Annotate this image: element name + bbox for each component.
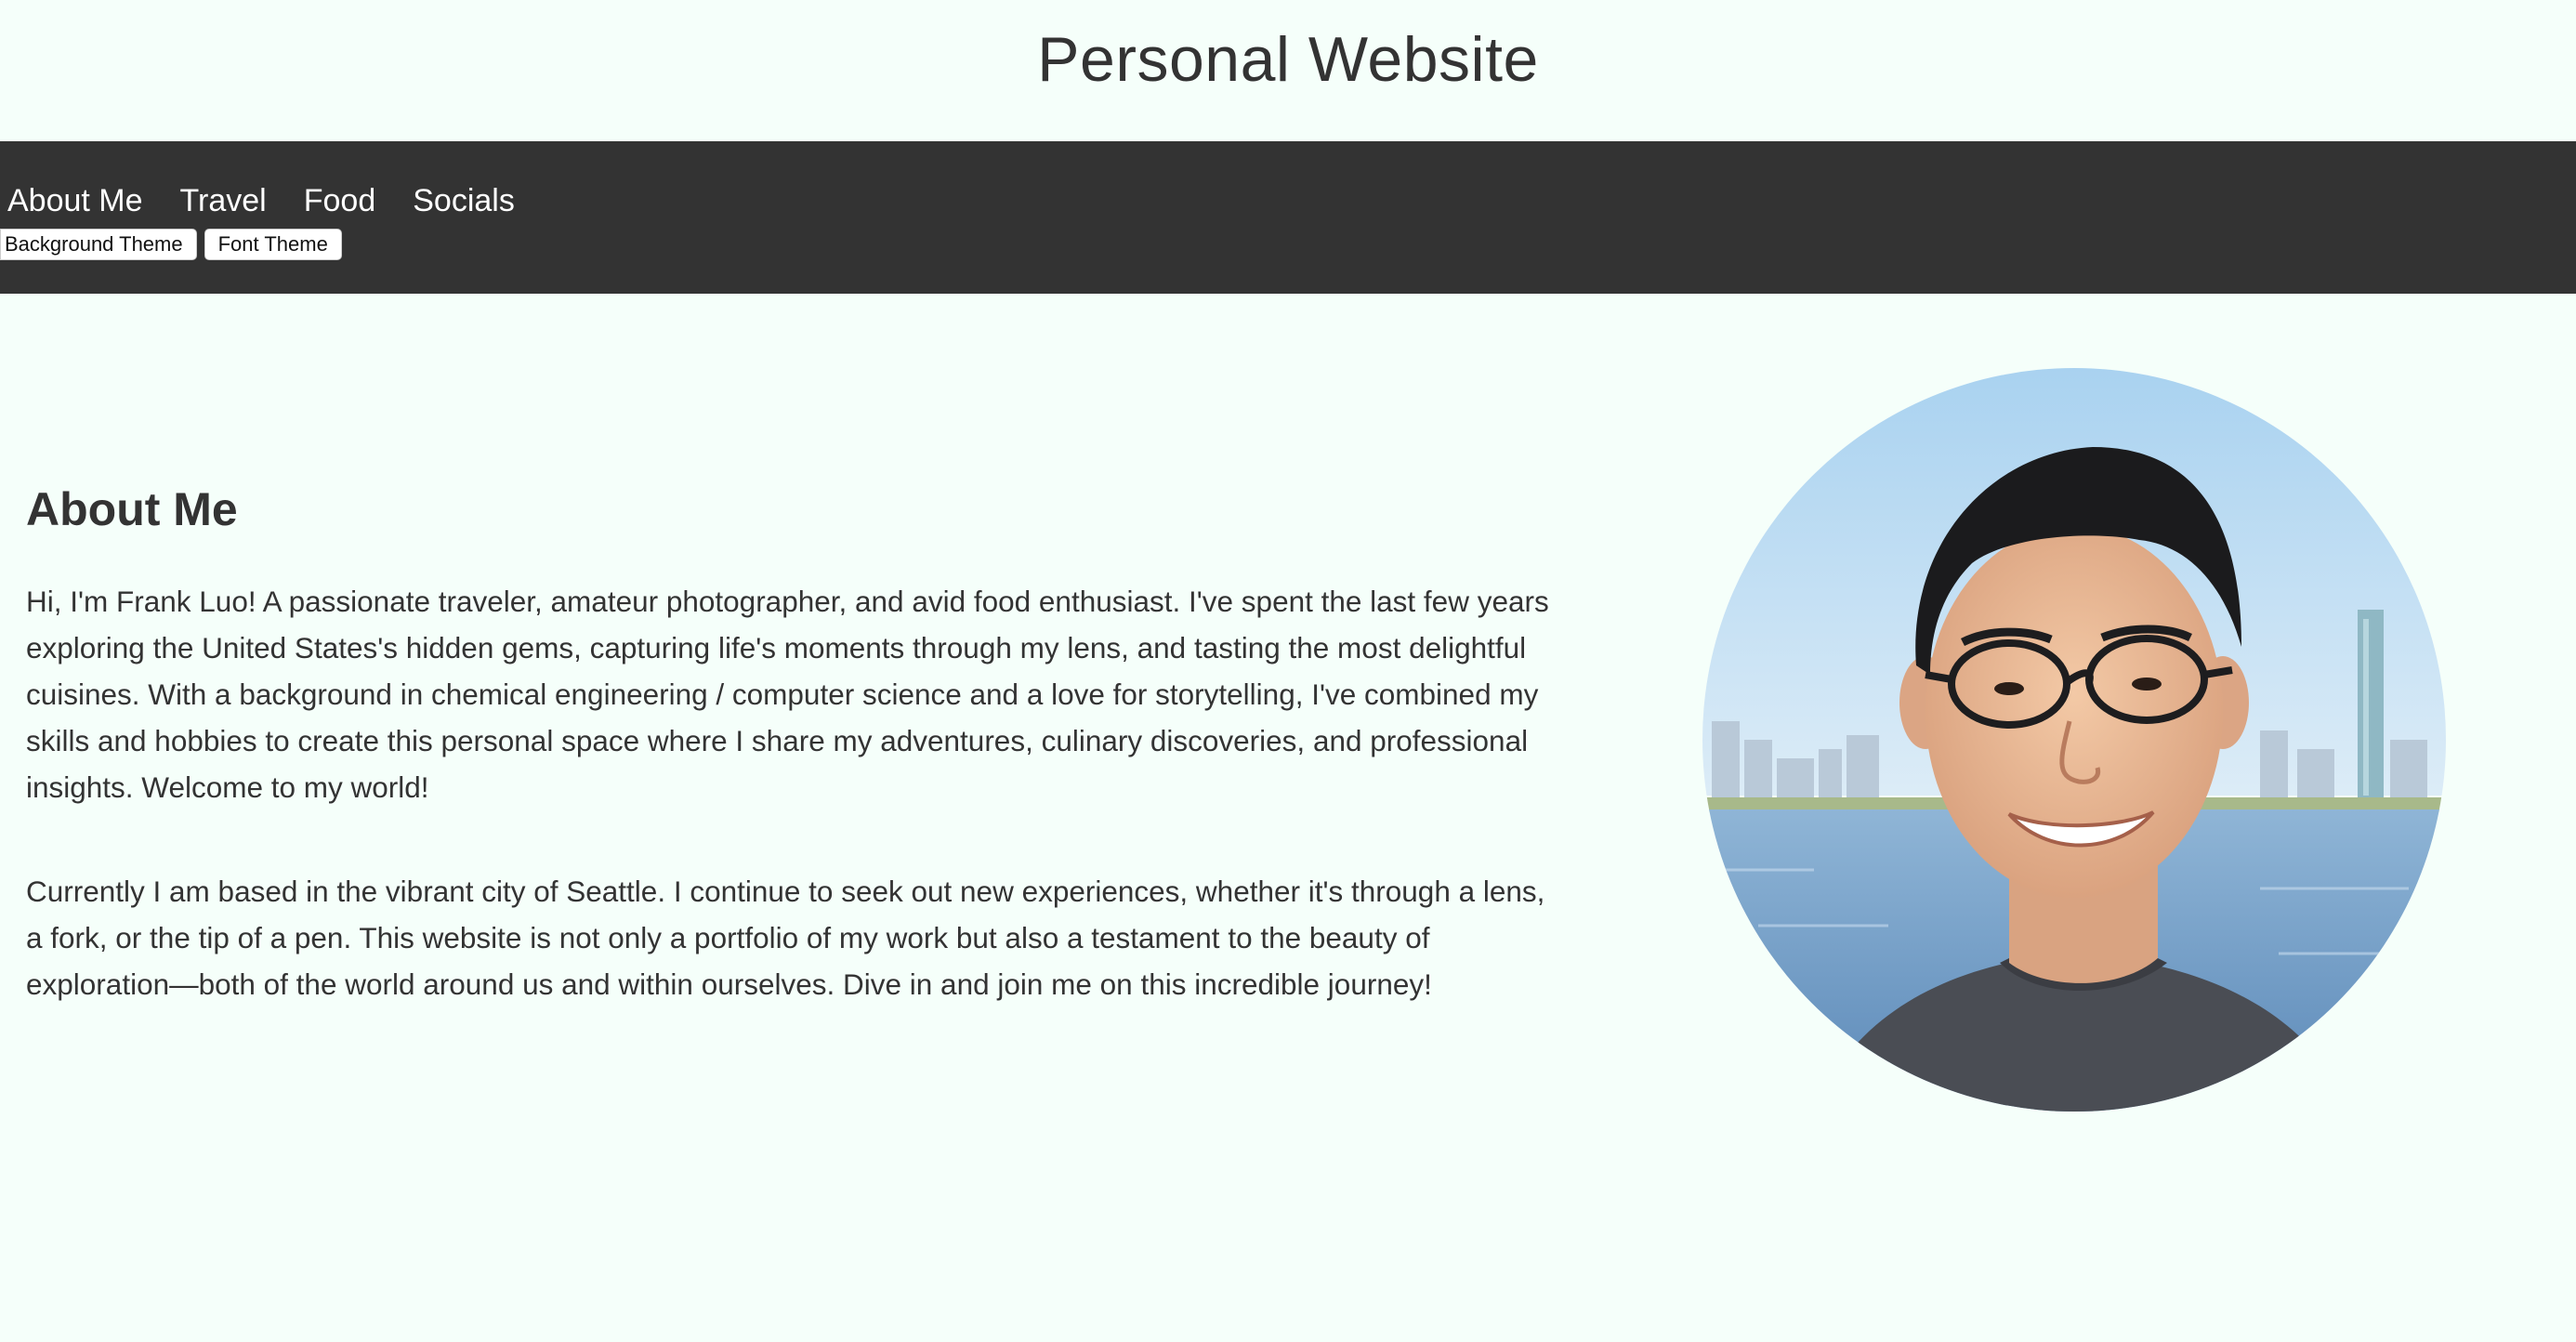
page-title: Personal Website: [1037, 24, 1539, 95]
theme-buttons: Background Theme Font Theme: [0, 229, 342, 260]
nav-link-about-me[interactable]: About Me: [7, 175, 143, 227]
about-paragraph-seattle: Currently I am based in the vibrant city…: [26, 875, 1545, 1001]
site-header: Personal Website: [0, 0, 2576, 141]
about-paragraph-intro: Hi, I'm Frank Luo! A passionate traveler…: [26, 585, 1549, 804]
about-heading: About Me: [26, 483, 238, 535]
font-theme-button[interactable]: Font Theme: [204, 229, 342, 260]
background-theme-button[interactable]: Background Theme: [0, 229, 197, 260]
nav-link-socials[interactable]: Socials: [413, 175, 515, 227]
nav-links: About Me Travel Food Socials: [7, 175, 552, 227]
nav-link-food[interactable]: Food: [304, 175, 376, 227]
navbar: About Me Travel Food Socials Background …: [0, 141, 2576, 294]
profile-photo: [1702, 368, 2446, 1112]
nav-link-travel[interactable]: Travel: [180, 175, 267, 227]
profile-photo-illustration: [1702, 368, 2446, 1112]
about-section: About Me Hi, I'm Frank Luo! A passionate…: [26, 472, 1559, 1065]
